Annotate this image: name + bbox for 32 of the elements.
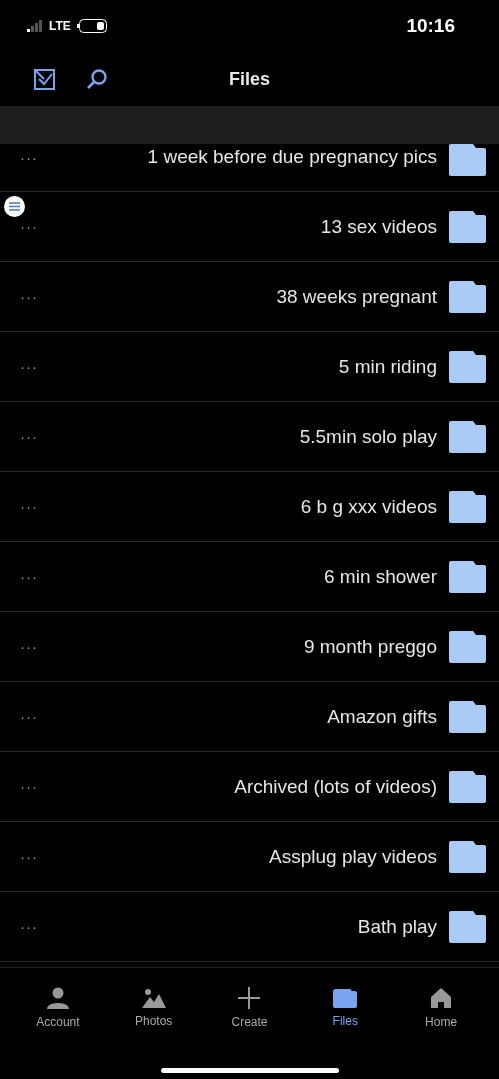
- folder-name[interactable]: Archived (lots of videos): [234, 775, 437, 798]
- folder-name[interactable]: Amazon gifts: [327, 705, 437, 728]
- folder-name[interactable]: 6 min shower: [324, 565, 437, 588]
- more-button[interactable]: ···: [20, 498, 38, 515]
- more-button[interactable]: ···: [20, 778, 38, 795]
- screen-title: Files: [229, 68, 270, 90]
- more-button[interactable]: ···: [20, 288, 38, 305]
- more-button[interactable]: ···: [20, 568, 38, 585]
- clock-time: 10:16: [406, 15, 455, 37]
- folder-name[interactable]: Assplug play videos: [269, 845, 437, 868]
- folder-name[interactable]: 38 weeks pregnant: [276, 285, 437, 308]
- more-button[interactable]: ···: [20, 638, 38, 655]
- folder-name[interactable]: 9 month preggo: [303, 635, 437, 658]
- more-button[interactable]: ···: [20, 358, 38, 375]
- more-button[interactable]: ···: [20, 708, 38, 725]
- folder-name[interactable]: 13 sex videos: [320, 215, 437, 238]
- folder-name[interactable]: 5 min riding: [338, 355, 437, 378]
- folder-name[interactable]: 1 week before due pregnancy pics: [147, 146, 437, 168]
- more-button[interactable]: ···: [20, 218, 38, 235]
- network-label: LTE: [49, 19, 71, 33]
- nav-tab[interactable]: Home: [401, 987, 482, 1029]
- more-button[interactable]: ···: [20, 428, 38, 445]
- nav-tab[interactable]: Files: [305, 988, 386, 1028]
- folder-name[interactable]: 6 b g xxx videos: [300, 495, 437, 518]
- nav-tab[interactable]: Create: [209, 987, 290, 1029]
- folder-name[interactable]: 5.5min solo play: [299, 425, 437, 448]
- folder-name[interactable]: Bath play: [357, 915, 437, 938]
- more-button[interactable]: ···: [20, 918, 38, 935]
- nav-tab[interactable]: Account: [17, 987, 98, 1029]
- nav-tab[interactable]: Photos: [113, 988, 194, 1028]
- more-button[interactable]: ···: [20, 848, 38, 865]
- more-button[interactable]: ···: [20, 149, 38, 166]
